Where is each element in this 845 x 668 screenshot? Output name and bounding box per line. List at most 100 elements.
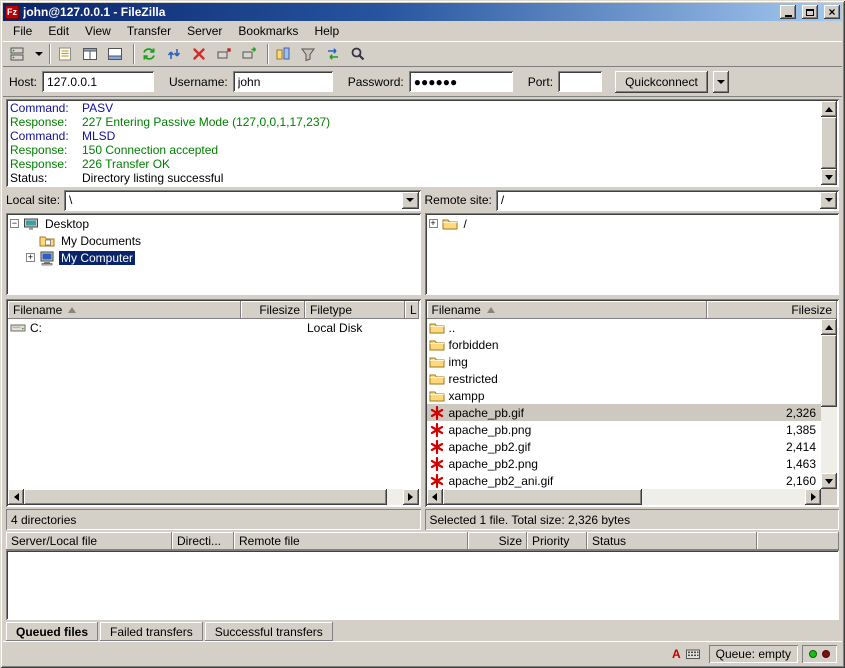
quickconnect-dropdown-button[interactable]: [713, 71, 729, 93]
local-column-header-filetype[interactable]: Filetype: [305, 301, 405, 319]
site-manager-button[interactable]: [7, 43, 31, 65]
find-files-icon: [350, 46, 366, 62]
queue-column-header-directi[interactable]: Directi...: [172, 532, 234, 550]
synchronized-browsing-button[interactable]: [323, 43, 347, 65]
queue-column-header-server-local-file[interactable]: Server/Local file: [6, 532, 172, 550]
scrollbar-thumb[interactable]: [821, 117, 837, 169]
scroll-left-button[interactable]: [427, 489, 443, 505]
scroll-left-button[interactable]: [8, 489, 24, 505]
remote-file-row-apache-pb2-gif[interactable]: apache_pb2.gif2,414: [427, 438, 822, 455]
tree-expander[interactable]: +: [26, 253, 35, 262]
scroll-down-button[interactable]: [821, 169, 837, 185]
site-manager-dropdown-button[interactable]: [32, 43, 45, 65]
scrollbar-track[interactable]: [821, 117, 837, 169]
reconnect-button[interactable]: [239, 43, 263, 65]
message-log-scrollbar[interactable]: [821, 101, 837, 185]
remote-horizontal-scrollbar[interactable]: [427, 489, 822, 505]
filter-button[interactable]: [298, 43, 322, 65]
local-tree-item-my-documents[interactable]: My Documents: [8, 232, 419, 249]
queue-column-header-filler: [757, 532, 839, 550]
menu-item-server[interactable]: Server: [179, 22, 230, 40]
quickconnect-button[interactable]: Quickconnect: [615, 71, 708, 93]
remote-site-row: Remote site: /: [425, 189, 840, 211]
remote-file-row-xampp[interactable]: xampp: [427, 387, 822, 404]
local-site-combobox[interactable]: \: [64, 190, 420, 211]
local-column-header-l[interactable]: L: [405, 301, 419, 319]
filezilla-logo-icon: Fz: [5, 5, 19, 19]
scroll-right-button[interactable]: [403, 489, 419, 505]
local-column-header-filename[interactable]: Filename: [8, 301, 241, 319]
remote-tree-item-[interactable]: +/: [427, 215, 838, 232]
remote-file-row-[interactable]: ..: [427, 319, 822, 336]
scrollbar-thumb[interactable]: [443, 489, 642, 505]
disconnect-button[interactable]: [214, 43, 238, 65]
queue-column-header-status[interactable]: Status: [587, 532, 757, 550]
menu-item-file[interactable]: File: [5, 22, 40, 40]
scroll-down-button[interactable]: [821, 473, 837, 489]
queue-column-header-remote-file[interactable]: Remote file: [234, 532, 468, 550]
password-input[interactable]: [409, 71, 513, 92]
scroll-right-button[interactable]: [805, 489, 821, 505]
remote-file-row-apache-pb2-ani-gif[interactable]: apache_pb2_ani.gif2,160: [427, 472, 822, 489]
menu-item-bookmarks[interactable]: Bookmarks: [230, 22, 306, 40]
remote-site-combobox[interactable]: /: [496, 190, 839, 211]
directory-comparison-button[interactable]: [273, 43, 297, 65]
scrollbar-thumb[interactable]: [24, 489, 387, 505]
local-column-header-filesize[interactable]: Filesize: [241, 301, 305, 319]
local-tree-item-desktop[interactable]: −Desktop: [8, 215, 419, 232]
remote-column-header-filename[interactable]: Filename: [427, 301, 707, 319]
username-input[interactable]: [233, 71, 333, 92]
process-queue-button[interactable]: [164, 43, 188, 65]
scrollbar-track[interactable]: [443, 489, 806, 505]
close-button[interactable]: ×: [824, 5, 840, 19]
cancel-button[interactable]: [189, 43, 213, 65]
remote-file-row-img[interactable]: img: [427, 353, 822, 370]
local-tree-item-my-computer[interactable]: +My Computer: [8, 249, 419, 266]
log-line-response: Response:150 Connection accepted: [10, 143, 819, 157]
toggle-tree-views-button[interactable]: [80, 43, 104, 65]
minimize-button[interactable]: [780, 5, 796, 19]
scrollbar-thumb[interactable]: [821, 335, 837, 407]
folder-icon: [429, 320, 445, 336]
scrollbar-track[interactable]: [821, 335, 837, 473]
toggle-message-log-button[interactable]: [55, 43, 79, 65]
left-arrow-icon: [14, 493, 19, 501]
menu-item-edit[interactable]: Edit: [40, 22, 77, 40]
cancel-icon: [191, 46, 207, 62]
remote-file-row-apache-pb2-png[interactable]: apache_pb2.png1,463: [427, 455, 822, 472]
refresh-button[interactable]: [139, 43, 163, 65]
remote-file-row-apache-pb-png[interactable]: apache_pb.png1,385: [427, 421, 822, 438]
remote-file-row-restricted[interactable]: restricted: [427, 370, 822, 387]
scroll-up-button[interactable]: [821, 101, 837, 117]
queue-column-header-size[interactable]: Size: [468, 532, 527, 550]
queue-column-header-priority[interactable]: Priority: [527, 532, 587, 550]
toggle-queue-view-button[interactable]: [105, 43, 129, 65]
remote-site-dropdown-button[interactable]: [820, 192, 837, 209]
tab-failed-transfers[interactable]: Failed transfers: [100, 622, 203, 641]
tree-expander[interactable]: +: [429, 219, 438, 228]
menu-item-help[interactable]: Help: [306, 22, 347, 40]
tree-expander[interactable]: −: [10, 219, 19, 228]
local-file-row-c[interactable]: C:Local Disk: [8, 319, 419, 336]
transfer-queue-body[interactable]: [6, 550, 839, 620]
host-input[interactable]: [42, 71, 154, 92]
menu-item-transfer[interactable]: Transfer: [119, 22, 179, 40]
scroll-up-button[interactable]: [821, 319, 837, 335]
tab-queued-files[interactable]: Queued files: [6, 622, 98, 641]
local-horizontal-scrollbar[interactable]: [8, 489, 419, 505]
refresh-icon: [141, 46, 157, 62]
remote-file-row-apache-pb-gif[interactable]: apache_pb.gif2,326: [427, 404, 822, 421]
title-bar[interactable]: Fz john@127.0.0.1 - FileZilla ×: [3, 3, 842, 21]
remote-file-row-forbidden[interactable]: forbidden: [427, 336, 822, 353]
find-files-button[interactable]: [348, 43, 372, 65]
log-line-label: Response:: [10, 115, 82, 129]
remote-vertical-scrollbar[interactable]: [821, 319, 837, 489]
maximize-button[interactable]: [802, 5, 818, 19]
scrollbar-track[interactable]: [24, 489, 403, 505]
local-site-dropdown-button[interactable]: [402, 192, 419, 209]
port-input[interactable]: [558, 71, 602, 92]
quickconnect-bar: Host: Username: Password: Port: Quickcon…: [3, 67, 842, 97]
tab-successful-transfers[interactable]: Successful transfers: [205, 622, 333, 641]
remote-column-header-filesize[interactable]: Filesize: [707, 301, 838, 319]
menu-item-view[interactable]: View: [77, 22, 119, 40]
